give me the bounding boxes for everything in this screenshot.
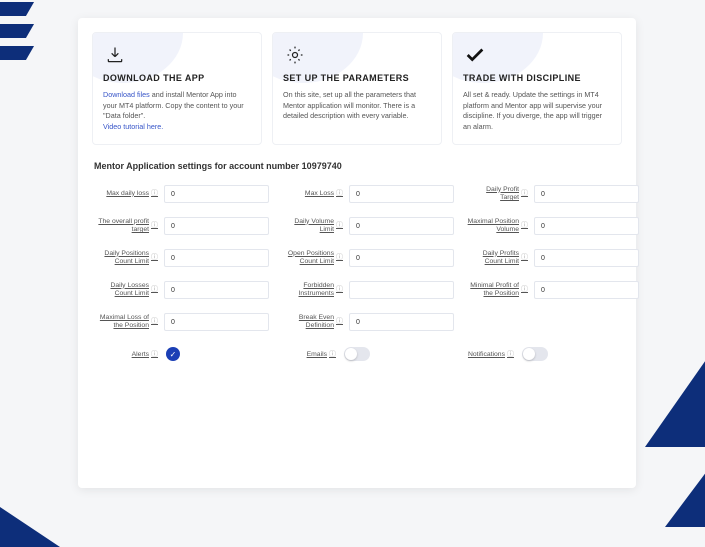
field-daily-positions-count: Daily Positions Count Limitⓘ <box>96 249 269 267</box>
input-open-positions-count[interactable] <box>349 249 454 267</box>
label-daily-losses-count: Daily Losses Count Limitⓘ <box>96 282 158 299</box>
help-icon[interactable]: ⓘ <box>521 190 528 199</box>
field-max-loss: Max Lossⓘ <box>281 185 454 203</box>
check-icon <box>463 43 487 67</box>
field-open-positions-count: Open Positions Count Limitⓘ <box>281 249 454 267</box>
card-setup: SET UP THE PARAMETERS On this site, set … <box>272 32 442 145</box>
decor-triangle-bottom-left <box>0 467 60 547</box>
label-daily-profit-target: Daily Profit Targetⓘ <box>466 186 528 203</box>
label-max-position-volume: Maximal Position Volumeⓘ <box>466 218 528 235</box>
card-setup-title: SET UP THE PARAMETERS <box>283 73 431 84</box>
label-min-profit-position: Minimal Profit of the Positionⓘ <box>466 282 528 299</box>
decor-triangle-right-2 <box>665 447 705 527</box>
input-min-profit-position[interactable] <box>534 281 639 299</box>
settings-header: Mentor Application settings for account … <box>94 161 622 171</box>
onboarding-cards: DOWNLOAD THE APP Download files and inst… <box>92 32 622 145</box>
help-icon[interactable]: ⓘ <box>336 254 343 263</box>
label-emails: Emailsⓘ <box>274 349 336 359</box>
input-forbidden-instruments[interactable] <box>349 281 454 299</box>
video-tutorial-link[interactable]: Video tutorial here. <box>103 122 163 131</box>
input-max-position-volume[interactable] <box>534 217 639 235</box>
help-icon[interactable]: ⓘ <box>151 254 158 263</box>
field-daily-profit-target: Daily Profit Targetⓘ <box>466 185 639 203</box>
label-alerts: Alertsⓘ <box>96 349 158 359</box>
download-icon <box>103 43 127 67</box>
gear-icon <box>283 43 307 67</box>
toggle-row: Alertsⓘ Emailsⓘ Notificationsⓘ <box>92 347 622 361</box>
card-trade-body: All set & ready. Update the settings in … <box>463 90 611 132</box>
toggle-alerts[interactable] <box>166 347 180 361</box>
field-daily-volume-limit: Daily Volume Limitⓘ <box>281 217 454 235</box>
help-icon[interactable]: ⓘ <box>151 318 158 327</box>
label-max-loss-position: Maximal Loss of the Positionⓘ <box>96 314 158 331</box>
label-open-positions-count: Open Positions Count Limitⓘ <box>281 250 343 267</box>
input-daily-volume-limit[interactable] <box>349 217 454 235</box>
card-trade: TRADE WITH DISCIPLINE All set & ready. U… <box>452 32 622 145</box>
toggle-item-alerts: Alertsⓘ <box>96 347 262 361</box>
card-download-title: DOWNLOAD THE APP <box>103 73 251 84</box>
input-max-loss-position[interactable] <box>164 313 269 331</box>
download-files-link[interactable]: Download files <box>103 90 150 99</box>
label-max-daily-loss: Max daily lossⓘ <box>96 190 158 199</box>
toggle-item-emails: Emailsⓘ <box>274 347 440 361</box>
input-daily-profit-target[interactable] <box>534 185 639 203</box>
input-break-even[interactable] <box>349 313 454 331</box>
label-daily-positions-count: Daily Positions Count Limitⓘ <box>96 250 158 267</box>
field-overall-profit-target: The overall profit targetⓘ <box>96 217 269 235</box>
input-daily-positions-count[interactable] <box>164 249 269 267</box>
input-daily-losses-count[interactable] <box>164 281 269 299</box>
label-forbidden-instruments: Forbidden Instrumentsⓘ <box>281 282 343 299</box>
field-max-position-volume: Maximal Position Volumeⓘ <box>466 217 639 235</box>
settings-form: Max daily lossⓘ Max Lossⓘ Daily Profit T… <box>92 185 622 331</box>
help-icon[interactable]: ⓘ <box>507 349 514 359</box>
label-daily-profits-count: Daily Profits Count Limitⓘ <box>466 250 528 267</box>
help-icon[interactable]: ⓘ <box>521 286 528 295</box>
toggle-item-notifications: Notificationsⓘ <box>452 347 618 361</box>
label-overall-profit-target: The overall profit targetⓘ <box>96 218 158 235</box>
label-break-even: Break Even Definitionⓘ <box>281 314 343 331</box>
field-max-loss-position: Maximal Loss of the Positionⓘ <box>96 313 269 331</box>
help-icon[interactable]: ⓘ <box>151 286 158 295</box>
label-notifications: Notificationsⓘ <box>452 349 514 359</box>
help-icon[interactable]: ⓘ <box>151 222 158 231</box>
decor-stripes-top-left <box>0 0 60 100</box>
help-icon[interactable]: ⓘ <box>329 349 336 359</box>
help-icon[interactable]: ⓘ <box>336 286 343 295</box>
help-icon[interactable]: ⓘ <box>521 254 528 263</box>
field-break-even: Break Even Definitionⓘ <box>281 313 454 331</box>
help-icon[interactable]: ⓘ <box>336 222 343 231</box>
field-forbidden-instruments: Forbidden Instrumentsⓘ <box>281 281 454 299</box>
input-max-daily-loss[interactable] <box>164 185 269 203</box>
help-icon[interactable]: ⓘ <box>336 318 343 327</box>
toggle-emails[interactable] <box>344 347 370 361</box>
input-daily-profits-count[interactable] <box>534 249 639 267</box>
help-icon[interactable]: ⓘ <box>151 349 158 359</box>
card-download: DOWNLOAD THE APP Download files and inst… <box>92 32 262 145</box>
toggle-notifications[interactable] <box>522 347 548 361</box>
help-icon[interactable]: ⓘ <box>336 190 343 199</box>
input-max-loss[interactable] <box>349 185 454 203</box>
help-icon[interactable]: ⓘ <box>151 190 158 199</box>
field-min-profit-position: Minimal Profit of the Positionⓘ <box>466 281 639 299</box>
settings-panel: DOWNLOAD THE APP Download files and inst… <box>78 18 636 488</box>
label-daily-volume-limit: Daily Volume Limitⓘ <box>281 218 343 235</box>
card-download-body: Download files and install Mentor App in… <box>103 90 251 132</box>
field-max-daily-loss: Max daily lossⓘ <box>96 185 269 203</box>
field-daily-losses-count: Daily Losses Count Limitⓘ <box>96 281 269 299</box>
card-trade-title: TRADE WITH DISCIPLINE <box>463 73 611 84</box>
card-setup-body: On this site, set up all the parameters … <box>283 90 431 121</box>
input-overall-profit-target[interactable] <box>164 217 269 235</box>
help-icon[interactable]: ⓘ <box>521 222 528 231</box>
decor-triangle-right-1 <box>645 347 705 447</box>
field-daily-profits-count: Daily Profits Count Limitⓘ <box>466 249 639 267</box>
label-max-loss: Max Lossⓘ <box>281 190 343 199</box>
